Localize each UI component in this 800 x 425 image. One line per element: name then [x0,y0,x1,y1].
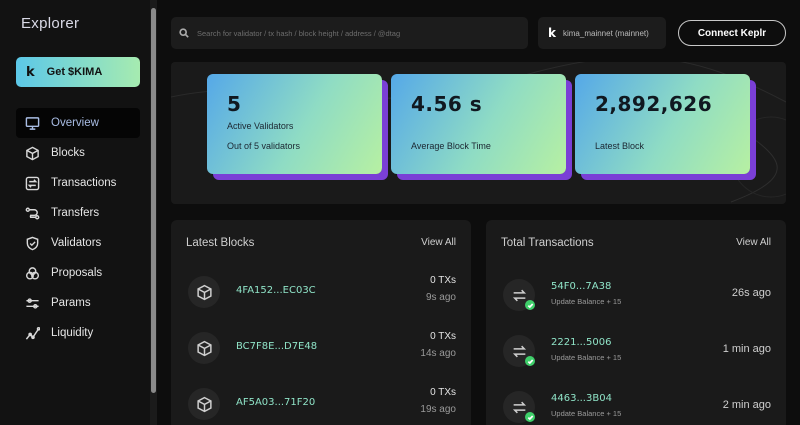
sidebar-item-label: Blocks [51,147,85,159]
stat-label: Latest Block [595,141,645,151]
shield-icon [24,235,40,251]
cube-icon [188,276,220,308]
table-row[interactable]: BC7F8E...D7E48 0 TXs 14s ago [171,323,471,379]
sidebar-item-blocks[interactable]: Blocks [16,138,140,168]
stat-sublabel: Out of 5 validators [227,141,301,151]
block-age: 19s ago [420,404,456,415]
success-check-icon [525,412,535,422]
cube-icon [188,332,220,364]
proposals-icon [24,265,40,281]
stat-label: Average Block Time [411,141,491,151]
view-all-transactions-link[interactable]: View All [736,237,771,248]
total-transactions-panel: Total Transactions View All 54F0...7A38 … [486,220,786,425]
tx-type: Update Balance + 15 [551,409,622,418]
get-kima-label: Get $KIMA [46,66,103,78]
search-icon [179,28,189,38]
search-input[interactable] [197,28,517,38]
tx-type: Update Balance + 15 [551,297,622,306]
block-hash[interactable]: 4FA152...EC03C [236,285,316,296]
panel-title: Latest Blocks [186,237,255,249]
table-row[interactable]: 4FA152...EC03C 0 TXs 9s ago [171,267,471,323]
sidebar-item-label: Transactions [51,177,117,189]
stat-label: Active Validators [227,121,294,131]
connect-keplr-button[interactable]: Connect Keplr [678,20,786,46]
network-label: kima_mainnet (mainnet) [562,28,649,38]
latest-blocks-panel: Latest Blocks View All 4FA152...EC03C 0 … [171,220,471,425]
tx-hash[interactable]: 54F0...7A38 [551,281,611,292]
brand-title: Explorer [21,15,80,32]
get-kima-button[interactable]: k Get $KIMA [16,57,140,87]
sidebar-item-transactions[interactable]: Transactions [16,168,140,198]
search-box[interactable] [171,17,528,49]
success-check-icon [525,356,535,366]
stat-card-latest-block: 2,892,626 Latest Block [575,74,750,174]
sidebar-item-label: Params [51,297,91,309]
table-row[interactable]: 2221...5006 Update Balance + 15 1 min ag… [486,326,786,382]
swap-icon [24,175,40,191]
kima-network-icon: k [548,26,556,40]
tx-age: 2 min ago [722,399,771,411]
sidebar-item-label: Proposals [51,267,103,279]
sidebar-scrollbar-thumb[interactable] [151,8,156,393]
transfer-icon [24,205,40,221]
block-tx-count: 0 TXs [430,331,456,342]
stat-card-block-time: 4.56 s Average Block Time [391,74,566,174]
cube-icon [24,145,40,161]
table-row[interactable]: AF5A03...71F20 0 TXs 19s ago [171,379,471,425]
sidebar-item-label: Validators [51,237,102,249]
stat-value: 2,892,626 [595,92,713,116]
tx-hash[interactable]: 4463...3B04 [551,393,612,404]
k-logo-icon: k [26,64,35,80]
success-check-icon [525,300,535,310]
monitor-icon [24,115,40,131]
block-hash[interactable]: AF5A03...71F20 [236,397,315,408]
sidebar-item-label: Transfers [51,207,100,219]
sidebar-item-label: Liquidity [51,327,94,339]
tx-age: 1 min ago [722,343,771,355]
tx-hash[interactable]: 2221...5006 [551,337,611,348]
sidebar-item-proposals[interactable]: Proposals [16,258,140,288]
stat-value: 5 [227,92,242,116]
sidebar-item-liquidity[interactable]: Liquidity [16,318,140,348]
block-tx-count: 0 TXs [430,387,456,398]
block-tx-count: 0 TXs [430,275,456,286]
tx-age: 26s ago [731,287,771,299]
sidebar: Explorer k Get $KIMA Overview Blocks Tra… [0,0,150,425]
network-selector[interactable]: k kima_mainnet (mainnet) [538,17,666,49]
block-age: 14s ago [420,348,456,359]
sidebar-item-validators[interactable]: Validators [16,228,140,258]
sidebar-item-transfers[interactable]: Transfers [16,198,140,228]
stat-value: 4.56 s [411,92,483,116]
cube-icon [188,388,220,420]
table-row[interactable]: 4463...3B04 Update Balance + 15 2 min ag… [486,382,786,425]
block-hash[interactable]: BC7F8E...D7E48 [236,341,317,352]
chart-line-icon [24,325,40,341]
sidebar-item-label: Overview [51,117,99,129]
sliders-icon [24,295,40,311]
tx-type: Update Balance + 15 [551,353,622,362]
sidebar-item-overview[interactable]: Overview [16,108,140,138]
panel-title: Total Transactions [501,237,594,249]
table-row[interactable]: 54F0...7A38 Update Balance + 15 26s ago [486,270,786,326]
view-all-blocks-link[interactable]: View All [421,237,456,248]
sidebar-nav: Overview Blocks Transactions Transfers V… [16,108,140,348]
block-age: 9s ago [425,292,456,303]
sidebar-item-params[interactable]: Params [16,288,140,318]
stat-card-validators: 5 Active Validators Out of 5 validators [207,74,382,174]
